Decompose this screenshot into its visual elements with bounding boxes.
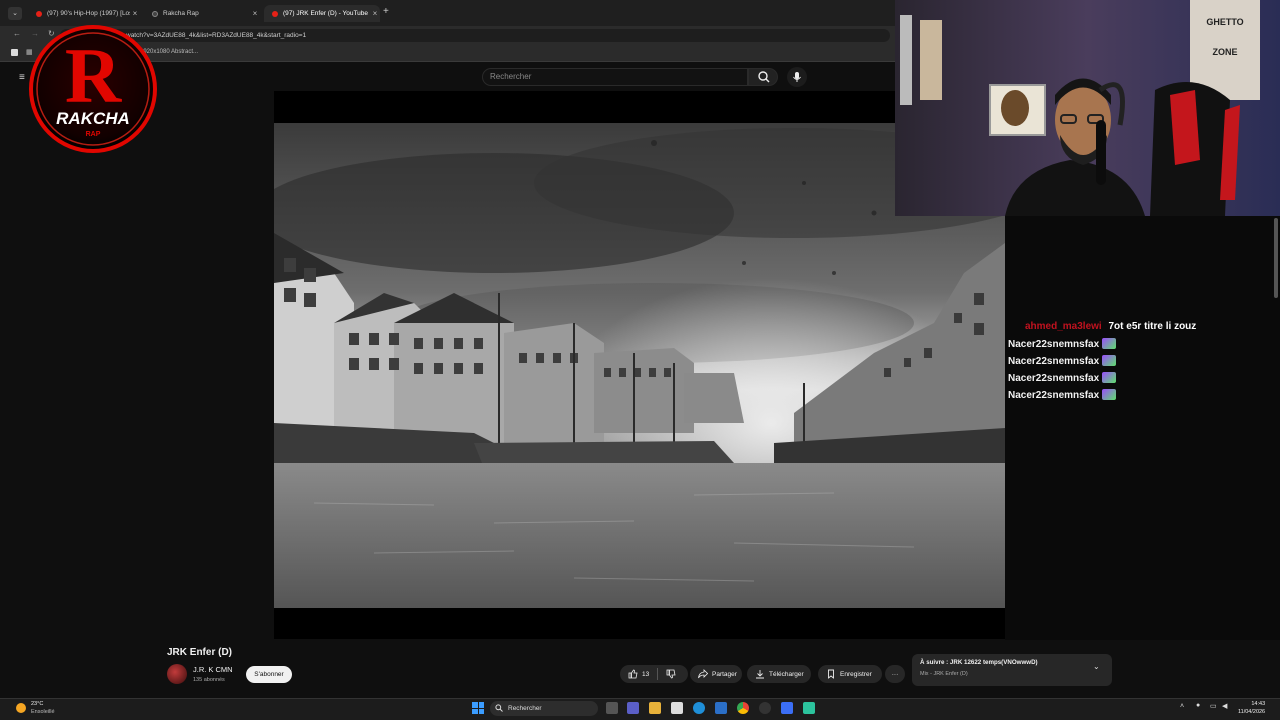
weather-condition[interactable]: Ensoleillé [31, 709, 55, 715]
video-title: JRK Enfer (D) [167, 647, 233, 658]
tray-chevron-icon[interactable]: ˄ [1180, 703, 1184, 710]
app-icon[interactable] [781, 702, 793, 714]
chrome-icon[interactable] [737, 702, 749, 714]
chat-username: Nacer22snemnsfax [1008, 356, 1100, 367]
svg-text:RAP: RAP [86, 131, 101, 138]
channel-name[interactable]: J.R. K CMN [193, 665, 233, 674]
chat-message: Nacer22snemnsfax [1008, 372, 1117, 384]
svg-text:R: R [65, 32, 123, 119]
mail-icon[interactable] [715, 702, 727, 714]
chat-message: Nacer22snemnsfax [1008, 338, 1117, 350]
new-tab-icon[interactable]: + [383, 6, 389, 17]
weather-temperature[interactable]: 23°C [31, 701, 43, 707]
clock-time: 14:43 [1251, 701, 1266, 707]
store-icon[interactable] [671, 702, 683, 714]
tab-rakcha-rap[interactable]: Rakcha Rap × [144, 5, 260, 22]
youtube-favicon-icon [36, 10, 42, 17]
emote-icon [1102, 389, 1117, 400]
search-icon [495, 704, 503, 712]
chat-message: Nacer22snemnsfax [1008, 389, 1117, 401]
bookmark-icon[interactable] [11, 49, 18, 56]
microphone-icon [793, 72, 801, 82]
channel-avatar[interactable] [167, 664, 187, 684]
webcam-image: GHETTO ZONE [895, 0, 1280, 216]
chevron-down-icon[interactable]: ⌄ [1093, 662, 1100, 671]
share-button[interactable]: Partager [690, 665, 742, 683]
emote-icon [1102, 338, 1117, 349]
taskbar-search[interactable]: Rechercher [490, 701, 598, 716]
clock-date: 11/04/2026 [1238, 709, 1266, 715]
close-tab-icon[interactable]: × [370, 9, 380, 18]
download-button[interactable]: Télécharger [747, 665, 811, 683]
chat-text: 7ot e5r titre li zouz [1108, 321, 1197, 332]
tab-90s-hiphop[interactable]: (97) 90's Hip-Hop (1997) [Lost T... × [28, 5, 140, 22]
save-button[interactable]: Enregistrer [818, 665, 882, 683]
svg-text:RAKCHA: RAKCHA [56, 109, 130, 128]
tab-jrk-enfer[interactable]: (97) JRK Enfer (D) - YouTube × [264, 5, 380, 22]
save-label: Enregistrer [840, 670, 872, 678]
download-icon [756, 670, 764, 679]
more-icon: ··· [891, 670, 899, 678]
tab-search-button[interactable]: ⌄ [8, 7, 22, 20]
youtube-favicon-icon [272, 10, 278, 17]
back-icon[interactable]: ← [13, 29, 21, 38]
chat-username: Nacer22snemnsfax [1008, 373, 1100, 384]
svg-text:ZONE: ZONE [1212, 47, 1237, 57]
chat-username: ahmed_ma3lewi [1025, 321, 1102, 332]
search-input[interactable]: Rechercher [482, 68, 748, 86]
webcam-feed: GHETTO ZONE [895, 0, 1280, 216]
like-button[interactable]: 13 [628, 669, 649, 679]
thumbs-up-icon [628, 669, 638, 679]
emote-icon [1102, 372, 1117, 383]
microphone-icon[interactable]: ● [1196, 702, 1200, 709]
tab-label: (97) JRK Enfer (D) - YouTube [283, 10, 369, 17]
file-explorer-icon[interactable] [649, 702, 661, 714]
app-icon[interactable] [803, 702, 815, 714]
page-favicon-icon [152, 10, 158, 17]
thumbs-down-icon[interactable] [666, 669, 676, 679]
chat-message: Nacer22snemnsfax [1008, 355, 1117, 367]
obs-icon[interactable] [759, 702, 771, 714]
chat-username: Nacer22snemnsfax [1008, 390, 1100, 401]
share-icon [698, 669, 708, 679]
menu-icon[interactable]: ≡ [19, 72, 25, 83]
network-icon[interactable]: ▭ [1210, 702, 1217, 710]
chat-message: ahmed_ma3lewi 7ot e5r titre li zouz [1025, 321, 1196, 332]
chat-username: Nacer22snemnsfax [1008, 339, 1100, 350]
edge-icon[interactable] [693, 702, 705, 714]
download-label: Télécharger [769, 670, 804, 678]
close-tab-icon[interactable]: × [130, 9, 140, 18]
rakcha-logo-icon: R RAKCHA RAP [29, 25, 157, 153]
like-count: 13 [642, 670, 650, 678]
up-next-title: À suivre : JRK 12622 temps(VNOwwwD) [920, 659, 1038, 666]
subscriber-count: 135 abonnés [193, 677, 225, 683]
teams-icon[interactable] [627, 702, 639, 714]
search-button[interactable] [748, 68, 778, 86]
task-view-icon[interactable] [606, 702, 618, 714]
voice-search-button[interactable] [787, 67, 807, 87]
sun-icon[interactable] [16, 703, 26, 713]
address-bar[interactable]: watch?v=3AZdUE88_4k&list=RD3AZdUE88_4k&s… [60, 29, 890, 42]
up-next-subtitle: Mix - JRK Enfer (D) [920, 671, 968, 677]
stream-chat [1005, 216, 1280, 640]
emote-icon [1102, 355, 1117, 366]
svg-text:GHETTO: GHETTO [1206, 17, 1243, 27]
windows-start-icon[interactable] [472, 702, 484, 714]
tab-label: (97) 90's Hip-Hop (1997) [Lost T... [47, 10, 130, 17]
chat-scrollbar[interactable] [1274, 218, 1278, 298]
search-icon [758, 71, 770, 83]
clock[interactable]: 14:43 11/04/2026 [1238, 700, 1265, 716]
share-label: Partager [712, 670, 737, 678]
volume-icon[interactable]: ◀ [1222, 702, 1227, 710]
more-actions-button[interactable]: ··· [885, 665, 905, 683]
like-dislike-group: 13 [620, 665, 688, 683]
divider [657, 668, 659, 680]
subscribe-button[interactable]: S'abonner [246, 666, 292, 683]
rakcha-rap-logo: R RAKCHA RAP [28, 24, 158, 154]
windows-taskbar [0, 698, 1280, 720]
bookmark-icon [828, 669, 834, 679]
tab-label: Rakcha Rap [163, 10, 199, 17]
close-tab-icon[interactable]: × [250, 9, 260, 18]
